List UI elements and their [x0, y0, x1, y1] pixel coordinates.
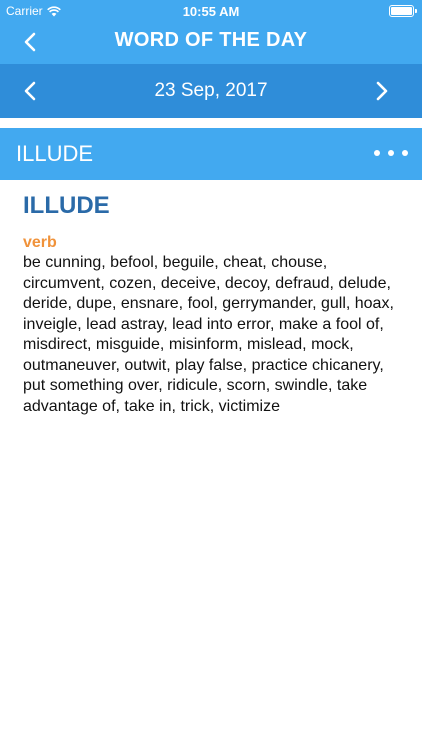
- battery-icon: [389, 5, 417, 17]
- page-title: WORD OF THE DAY: [114, 29, 308, 51]
- word-bar: ILLUDE: [0, 128, 422, 180]
- definition-text: be cunning, befool, beguile, cheat, chou…: [23, 254, 394, 415]
- part-of-speech: verb: [23, 234, 57, 251]
- current-date: 23 Sep, 2017: [154, 80, 268, 101]
- date-navigator: 23 Sep, 2017: [0, 64, 422, 118]
- status-bar: Carrier 10:55 AM: [0, 0, 422, 22]
- word-bar-title: ILLUDE: [16, 141, 94, 166]
- more-dots-icon: [374, 150, 380, 156]
- header: Carrier 10:55 AM WORD OF THE DAY: [0, 0, 422, 64]
- headword: ILLUDE: [23, 192, 110, 219]
- more-dots-icon: [388, 150, 394, 156]
- next-date-button[interactable]: [370, 80, 392, 102]
- more-dots-icon: [402, 150, 408, 156]
- more-options-button[interactable]: [374, 145, 408, 161]
- navigation-bar: WORD OF THE DAY: [0, 22, 422, 62]
- status-time: 10:55 AM: [182, 4, 240, 19]
- word-entry: ILLUDE verb be cunning, befool, beguile,…: [0, 180, 422, 417]
